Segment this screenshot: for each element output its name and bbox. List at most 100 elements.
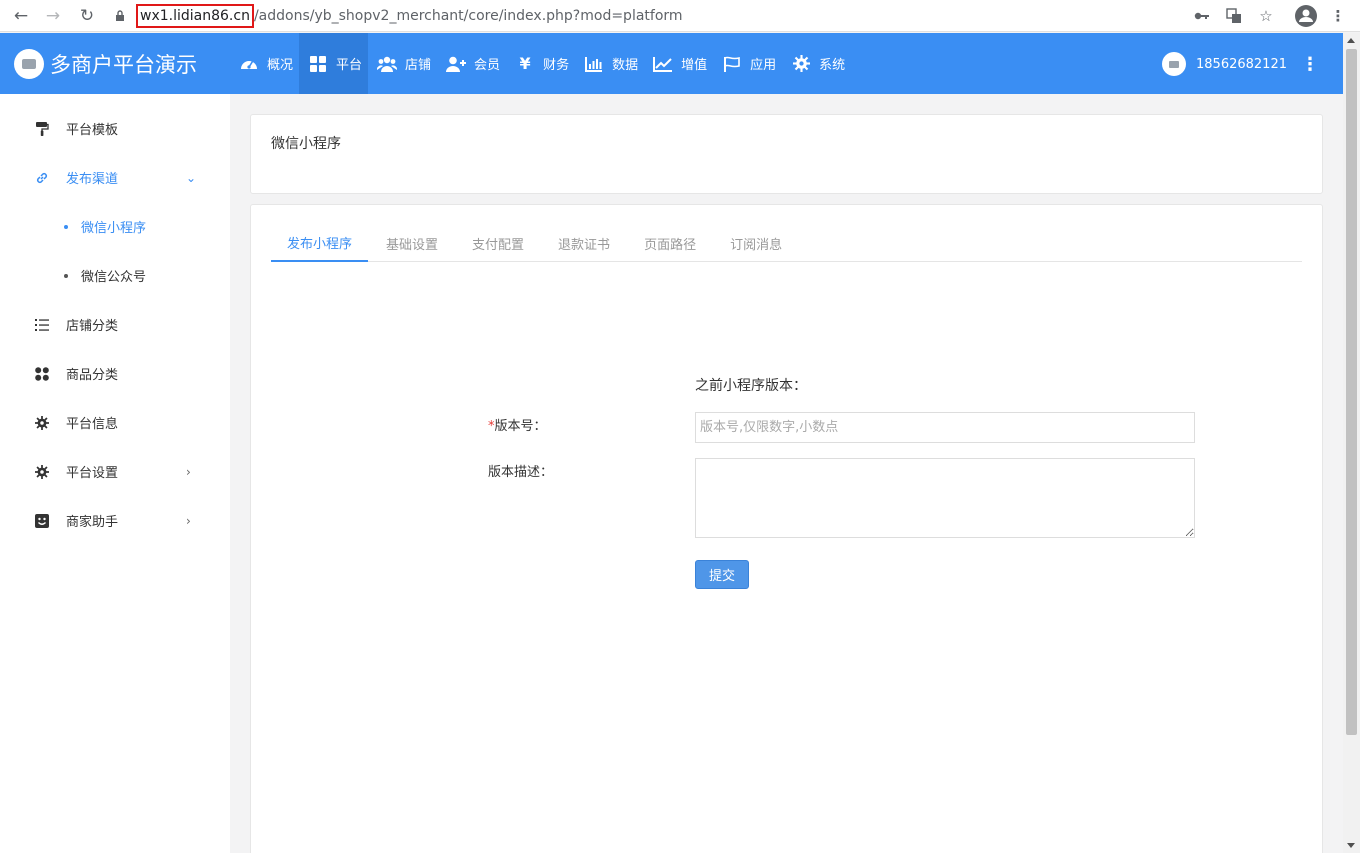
nav-item-overview[interactable]: 概况: [230, 33, 299, 94]
nav-label: 系统: [819, 58, 846, 73]
nav-label: 平台: [336, 58, 363, 73]
grid-icon: [308, 54, 328, 74]
link-icon: [33, 169, 51, 187]
forward-arrow-icon[interactable]: →: [41, 4, 65, 28]
tab-publish-miniprogram[interactable]: 发布小程序: [271, 225, 369, 262]
nav-item-shop[interactable]: 店铺: [368, 33, 437, 94]
sidebar-subitem-wechat-official-account[interactable]: 微信公众号: [0, 251, 230, 300]
scroll-up-arrow-icon[interactable]: [1347, 38, 1355, 43]
sidebar-item-platform-template[interactable]: 平台模板: [0, 104, 230, 153]
tab-payment-config[interactable]: 支付配置: [456, 225, 540, 262]
browser-toolbar: ← → ↻ wx1.lidian86.cn /addons/yb_shopv2_…: [0, 0, 1360, 32]
sidebar-item-product-category[interactable]: 商品分类: [0, 349, 230, 398]
top-navbar: 多商户平台演示 概况 平台 店铺 会员 ¥ 财务 数据 增值 应用 系统 185…: [0, 33, 1343, 94]
yen-icon: ¥: [519, 54, 531, 73]
tab-bar: 发布小程序 基础设置 支付配置 退款证书 页面路径 订阅消息: [271, 225, 1302, 262]
nav-label: 会员: [474, 58, 501, 73]
translate-icon[interactable]: [1222, 4, 1246, 28]
nav-label: 数据: [612, 58, 639, 73]
page-title-card: 微信小程序: [250, 114, 1323, 194]
more-vertical-icon[interactable]: ⋮: [1301, 54, 1319, 75]
version-label-wrapper: *版本号：: [488, 415, 547, 434]
chevron-right-icon: ›: [186, 464, 191, 479]
chevron-down-icon: ⌄: [186, 170, 197, 185]
paint-roller-icon: [33, 120, 51, 138]
bullet-icon: [64, 273, 68, 278]
version-label: 版本号：: [494, 419, 547, 434]
username: 18562682121: [1196, 56, 1287, 72]
nav-item-apps[interactable]: 应用: [713, 33, 782, 94]
sidebar-item-label: 店铺分类: [66, 319, 119, 334]
nav-item-finance[interactable]: ¥ 财务: [506, 33, 575, 94]
apps-icon: [33, 365, 51, 383]
back-arrow-icon[interactable]: ←: [9, 4, 33, 28]
profile-icon[interactable]: [1292, 4, 1320, 28]
dashboard-icon: [239, 54, 259, 74]
tab-refund-certificate[interactable]: 退款证书: [542, 225, 626, 262]
nav-label: 财务: [543, 58, 570, 73]
nav-item-member[interactable]: 会员: [437, 33, 506, 94]
sidebar-item-platform-info[interactable]: 平台信息: [0, 398, 230, 447]
avatar: [1162, 52, 1187, 76]
brand-title: 多商户平台演示: [50, 53, 197, 77]
nav-item-value-added[interactable]: 增值: [644, 33, 713, 94]
nav-item-platform[interactable]: 平台: [299, 33, 369, 94]
gear-icon: [33, 414, 51, 432]
star-icon[interactable]: ☆: [1254, 4, 1278, 28]
gear-icon: [791, 54, 811, 74]
lock-icon: [113, 4, 127, 28]
brand-logo: [14, 49, 44, 79]
sidebar-subitem-wechat-miniprogram[interactable]: 微信小程序: [0, 202, 230, 251]
submit-button[interactable]: 提交: [695, 560, 749, 589]
sidebar-item-label: 发布渠道: [66, 172, 119, 187]
main-nav: 概况 平台 店铺 会员 ¥ 财务 数据 增值 应用 系统: [230, 33, 851, 94]
bullet-icon: [64, 224, 68, 229]
sidebar-item-shop-category[interactable]: 店铺分类: [0, 300, 230, 349]
nav-label: 店铺: [405, 58, 432, 73]
bar-chart-icon: [584, 54, 604, 74]
sidebar-item-label: 商家助手: [66, 515, 119, 530]
brand[interactable]: 多商户平台演示: [14, 49, 197, 79]
chevron-right-icon: ›: [186, 513, 191, 528]
page-scrollbar[interactable]: [1343, 33, 1360, 853]
page-title: 微信小程序: [271, 136, 341, 152]
tab-page-path[interactable]: 页面路径: [628, 225, 712, 262]
smile-icon: [33, 512, 51, 530]
users-icon: [377, 54, 398, 74]
line-chart-icon: [653, 54, 673, 74]
description-textarea[interactable]: [695, 458, 1195, 538]
sidebar-item-platform-settings[interactable]: 平台设置 ›: [0, 447, 230, 496]
sidebar-item-merchant-assistant[interactable]: 商家助手 ›: [0, 496, 230, 545]
url-path: /addons/yb_shopv2_merchant/core/index.ph…: [253, 8, 683, 24]
reload-icon[interactable]: ↻: [75, 4, 99, 28]
sidebar-item-label: 平台设置: [66, 466, 119, 481]
url-host: wx1.lidian86.cn: [136, 4, 254, 28]
sidebar: 平台模板 发布渠道 ⌄ 微信小程序 微信公众号 店铺分类 商品分类 平台信息 平…: [0, 94, 230, 853]
browser-menu-icon[interactable]: ⋮: [1328, 4, 1348, 28]
list-icon: [33, 316, 51, 334]
sidebar-item-label: 商品分类: [66, 368, 119, 383]
main-panel: 发布小程序 基础设置 支付配置 退款证书 页面路径 订阅消息 之前小程序版本： …: [250, 204, 1323, 853]
description-label: 版本描述：: [488, 465, 554, 480]
nav-item-system[interactable]: 系统: [782, 33, 851, 94]
key-icon[interactable]: [1190, 4, 1214, 28]
sidebar-item-label: 微信公众号: [81, 270, 147, 285]
nav-label: 应用: [750, 58, 777, 73]
user-plus-icon: [446, 54, 467, 74]
nav-label: 概况: [267, 58, 294, 73]
previous-version-label: 之前小程序版本：: [695, 378, 807, 394]
sidebar-item-label: 平台模板: [66, 123, 119, 138]
scroll-down-arrow-icon[interactable]: [1347, 843, 1355, 848]
address-bar[interactable]: wx1.lidian86.cn /addons/yb_shopv2_mercha…: [136, 4, 683, 28]
scroll-thumb[interactable]: [1346, 49, 1357, 735]
nav-item-data[interactable]: 数据: [575, 33, 644, 94]
sidebar-item-label: 微信小程序: [81, 221, 147, 236]
gear-icon: [33, 463, 51, 481]
user-area[interactable]: 18562682121 ⋮: [1162, 52, 1319, 76]
flag-icon: [722, 54, 742, 74]
nav-label: 增值: [681, 58, 708, 73]
tab-subscription-message[interactable]: 订阅消息: [714, 225, 798, 262]
tab-basic-settings[interactable]: 基础设置: [370, 225, 454, 262]
version-input[interactable]: [695, 412, 1195, 443]
sidebar-item-publish-channel[interactable]: 发布渠道 ⌄: [0, 153, 230, 202]
